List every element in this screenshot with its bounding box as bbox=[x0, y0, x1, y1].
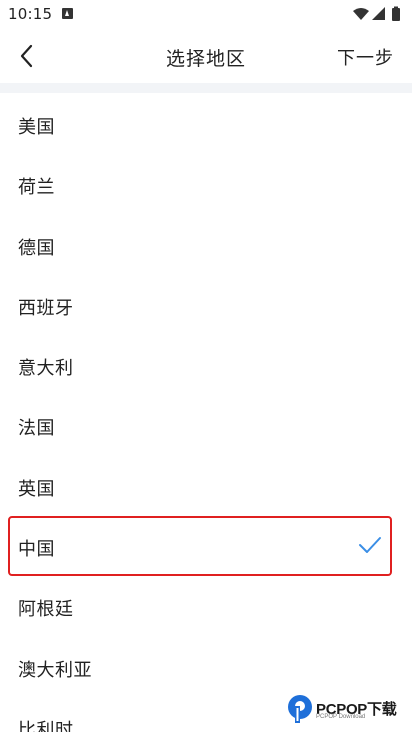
region-label: 中国 bbox=[18, 539, 55, 561]
region-label: 荷兰 bbox=[18, 177, 55, 199]
region-list: 美国荷兰德国西班牙意大利法国英国中国阿根廷澳大利亚比利时 bbox=[0, 94, 412, 732]
region-label: 比利时 bbox=[18, 719, 74, 732]
checkmark-icon bbox=[359, 537, 381, 554]
region-label: 西班牙 bbox=[18, 297, 74, 319]
pcpop-logo-icon bbox=[288, 695, 312, 723]
region-item[interactable]: 法国 bbox=[0, 395, 412, 455]
region-label: 澳大利亚 bbox=[18, 659, 92, 681]
next-button[interactable]: 下一步 bbox=[337, 44, 394, 70]
watermark-sub: PCPOP Download bbox=[316, 714, 366, 720]
region-item[interactable]: 德国 bbox=[0, 215, 412, 275]
region-label: 美国 bbox=[18, 117, 55, 138]
status-icons bbox=[352, 6, 404, 22]
region-item[interactable]: 意大利 bbox=[0, 335, 412, 395]
status-bar: 10:15 bbox=[0, 0, 412, 32]
wifi-icon bbox=[353, 8, 369, 20]
region-item[interactable]: 澳大利亚 bbox=[0, 637, 412, 697]
region-item[interactable]: 英国 bbox=[0, 456, 412, 516]
region-label: 德国 bbox=[18, 237, 55, 259]
header-divider bbox=[0, 83, 412, 93]
watermark: PCPOP下载 PCPOP Download bbox=[286, 694, 410, 728]
region-item[interactable]: 美国 bbox=[0, 94, 412, 154]
region-label: 英国 bbox=[18, 478, 55, 500]
status-time: 10:15 bbox=[8, 5, 53, 23]
nav-bar: 选择地区 下一步 bbox=[0, 32, 412, 80]
signal-icon bbox=[372, 7, 385, 20]
a-notification-icon bbox=[62, 8, 73, 19]
region-label: 阿根廷 bbox=[18, 599, 74, 621]
region-label: 意大利 bbox=[18, 358, 74, 380]
region-item[interactable]: 阿根廷 bbox=[0, 576, 412, 636]
battery-icon bbox=[392, 6, 400, 21]
region-item[interactable]: 荷兰 bbox=[0, 154, 412, 214]
region-item-selected[interactable]: 中国 bbox=[8, 516, 392, 577]
region-label: 法国 bbox=[18, 418, 55, 440]
region-select-screen: 10:15 选择地区 下一步 美国 荷兰 德国 西班牙 意大利 法国 英国 中国… bbox=[0, 0, 412, 732]
region-item[interactable]: 西班牙 bbox=[0, 275, 412, 335]
